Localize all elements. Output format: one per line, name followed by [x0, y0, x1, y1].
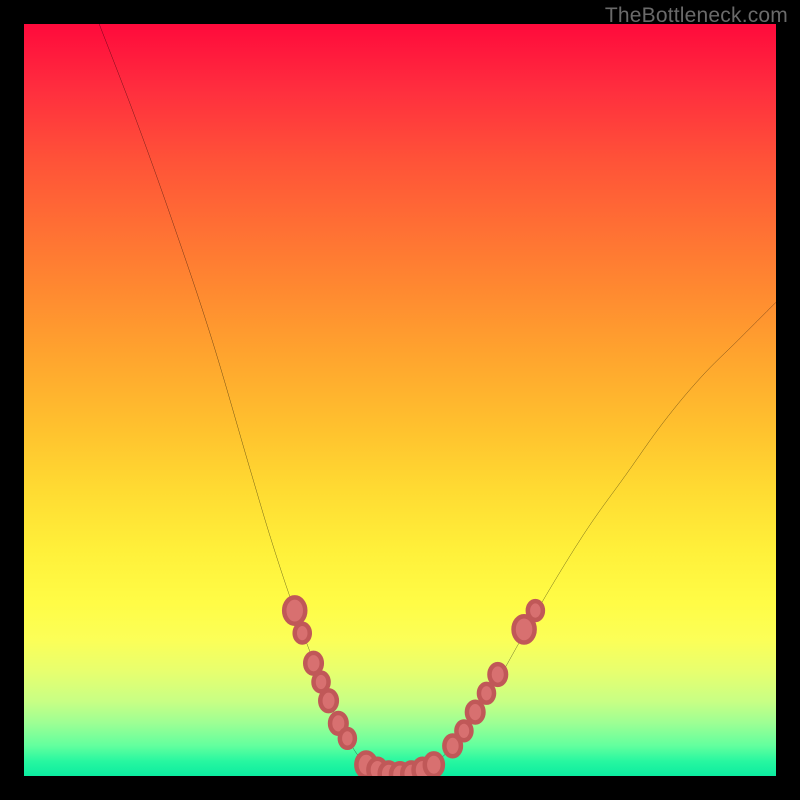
curve-marker	[425, 753, 443, 776]
curve-marker	[320, 690, 337, 711]
plot-area	[24, 24, 776, 776]
curve-marker	[305, 653, 322, 674]
bottleneck-curve	[99, 24, 776, 776]
curve-marker	[489, 664, 506, 685]
curve-marker	[479, 684, 494, 703]
chart-frame: TheBottleneck.com	[0, 0, 800, 800]
watermark-text: TheBottleneck.com	[605, 4, 788, 28]
curve-marker	[456, 721, 471, 740]
curve-marker	[284, 597, 305, 623]
chart-svg	[24, 24, 776, 776]
curve-marker	[528, 601, 543, 620]
curve-marker	[467, 702, 484, 723]
curve-marker	[340, 729, 355, 748]
curve-marker	[295, 624, 310, 643]
curve-markers	[284, 597, 543, 776]
